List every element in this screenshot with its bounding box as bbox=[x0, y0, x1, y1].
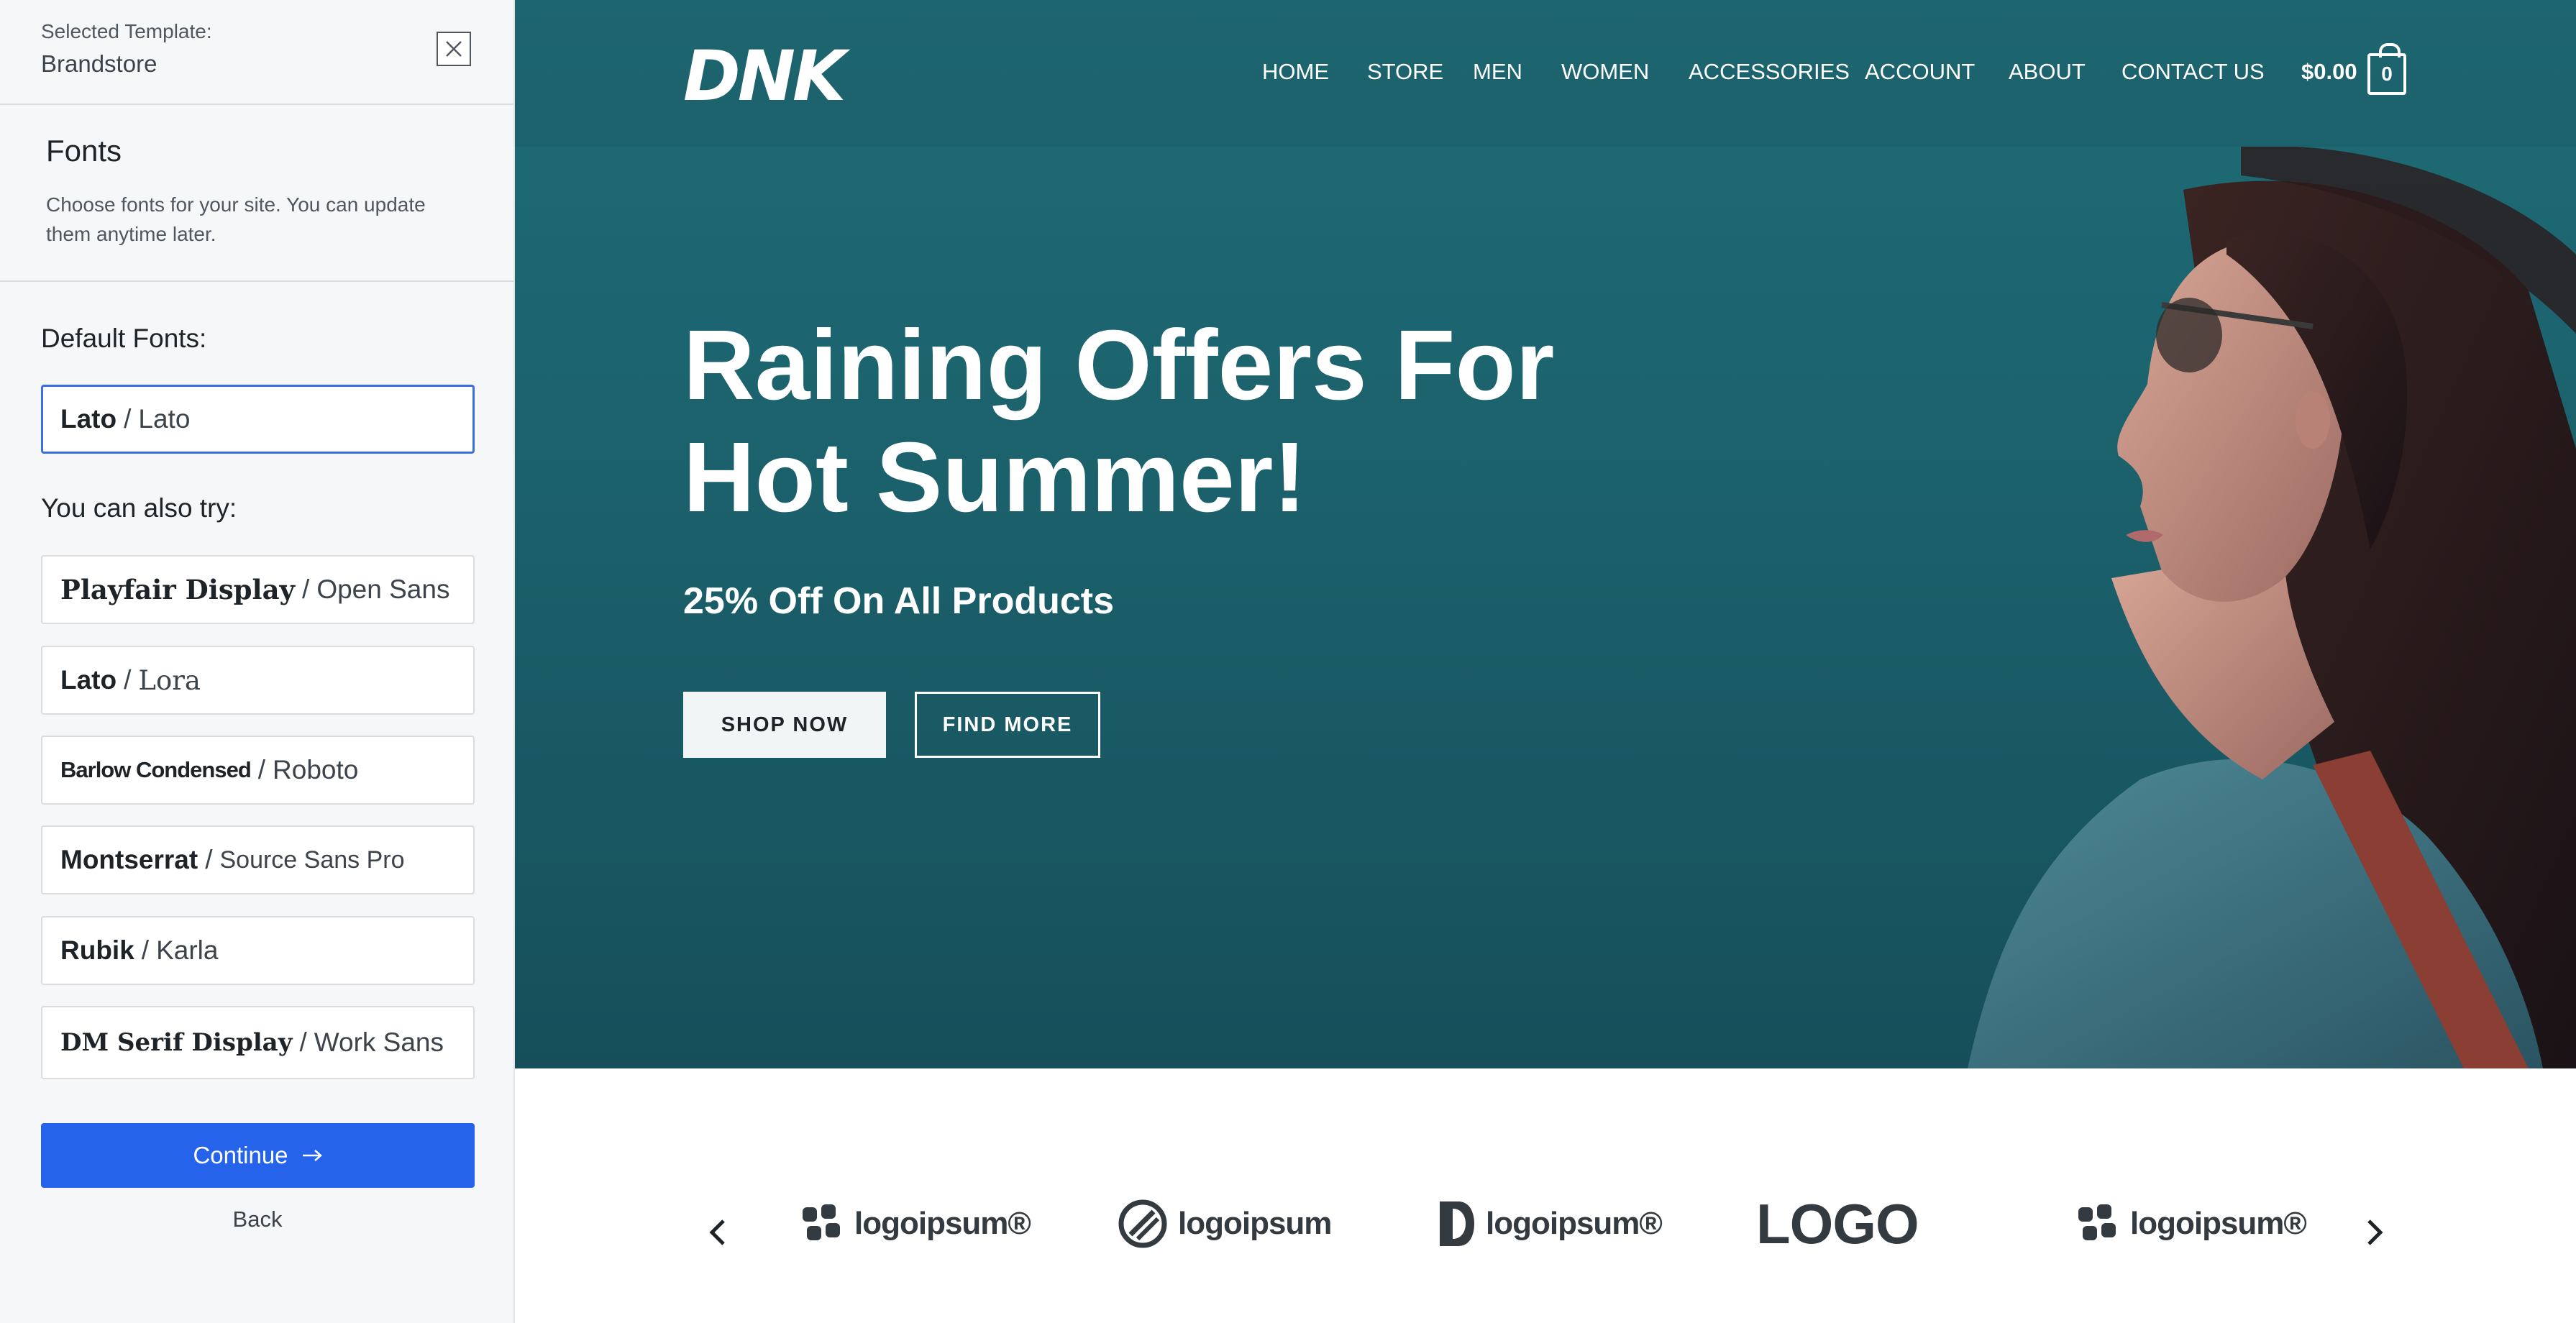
font-option-barlow-roboto[interactable]: Barlow Condensed / Roboto bbox=[41, 736, 475, 805]
font-separator: / bbox=[205, 845, 213, 874]
continue-label: Continue bbox=[193, 1142, 288, 1168]
logo-mark-icon bbox=[803, 1204, 840, 1240]
back-link[interactable]: Back bbox=[0, 1207, 515, 1232]
brand-logo: logoipsum® bbox=[1437, 1195, 1663, 1253]
font-option-lato-lora[interactable]: Lato / Lora bbox=[41, 646, 475, 715]
brand-logo-text: logoipsum® bbox=[2130, 1206, 2307, 1241]
brand-logo-text: logoipsum® bbox=[1486, 1206, 1663, 1241]
site-preview: DNK HOME STORE MEN WOMEN ACCESSORIES ACC… bbox=[515, 0, 2576, 1323]
logo-mark-icon bbox=[2078, 1204, 2116, 1240]
hero-title: Raining Offers For Hot Summer! bbox=[683, 309, 1554, 534]
brand-logo: LOGO bbox=[1756, 1192, 1919, 1255]
brand-logo-text: logoipsum® bbox=[854, 1206, 1031, 1241]
nav-home[interactable]: HOME bbox=[1262, 59, 1329, 88]
hero-title-line: Hot Summer! bbox=[683, 422, 1307, 533]
arrow-right-icon bbox=[302, 1150, 322, 1161]
arrow-right-icon[interactable] bbox=[2360, 1211, 2389, 1254]
hero-title-line: Raining Offers For bbox=[683, 310, 1555, 421]
font-heading-name: Barlow Condensed bbox=[60, 757, 252, 782]
close-icon bbox=[446, 41, 462, 57]
selected-template-name: Brandstore bbox=[41, 50, 157, 77]
fonts-intro: Fonts Choose fonts for your site. You ca… bbox=[0, 105, 513, 282]
logo-mark-icon bbox=[1440, 1201, 1474, 1246]
default-fonts-label: Default Fonts: bbox=[41, 324, 207, 353]
section-title: Fonts bbox=[46, 134, 122, 168]
selected-template-label: Selected Template: bbox=[41, 20, 212, 42]
font-heading-name: DM Serif Display bbox=[60, 1028, 293, 1057]
close-button[interactable] bbox=[437, 32, 471, 66]
hero-subtitle: 25% Off On All Products bbox=[683, 580, 1115, 622]
font-body-name: Karla bbox=[156, 935, 219, 965]
sidebar-header: Selected Template: Brandstore bbox=[0, 0, 513, 105]
arrow-left-icon[interactable] bbox=[703, 1211, 732, 1254]
font-separator: / bbox=[299, 1027, 307, 1057]
find-more-button[interactable]: FIND MORE bbox=[915, 692, 1100, 758]
nav-accessories[interactable]: ACCESSORIES bbox=[1689, 59, 1850, 88]
font-body-name: Lato bbox=[138, 404, 191, 434]
cart-icon[interactable]: 0 bbox=[2367, 43, 2406, 95]
hero-section: DNK HOME STORE MEN WOMEN ACCESSORIES ACC… bbox=[515, 0, 2576, 1068]
font-body-name: Work Sans bbox=[314, 1027, 444, 1057]
font-heading-name: Rubik bbox=[60, 935, 134, 965]
font-heading-name: Lato bbox=[60, 404, 117, 434]
brand-logos-section: logoipsum® logoipsum logoipsum® LOGO log… bbox=[515, 1068, 2576, 1323]
font-body-name: Source Sans Pro bbox=[219, 846, 405, 874]
font-body-name: Lora bbox=[138, 664, 201, 696]
font-separator: / bbox=[302, 574, 310, 604]
font-heading-name: Montserrat bbox=[60, 845, 198, 874]
font-separator: / bbox=[257, 755, 266, 784]
brand-logo: logoipsum® bbox=[800, 1195, 1031, 1253]
nav-contact-us[interactable]: CONTACT US bbox=[2121, 59, 2265, 88]
font-body-name: Open Sans bbox=[316, 574, 450, 604]
site-logo[interactable]: DNK bbox=[683, 36, 846, 116]
brand-logo-text: LOGO bbox=[1756, 1191, 1919, 1255]
font-option-rubik-karla[interactable]: Rubik / Karla bbox=[41, 916, 475, 985]
nav-women[interactable]: WOMEN bbox=[1561, 59, 1649, 88]
font-option-dmserif-worksans[interactable]: DM Serif Display / Work Sans bbox=[41, 1006, 475, 1079]
logo-mark-icon bbox=[1118, 1199, 1167, 1248]
font-heading-name: Playfair Display bbox=[60, 574, 296, 605]
brand-logo-text: logoipsum bbox=[1178, 1206, 1332, 1241]
nav-men[interactable]: MEN bbox=[1473, 59, 1522, 88]
font-option-default[interactable]: Lato / Lato bbox=[41, 385, 475, 454]
nav-account[interactable]: ACCOUNT bbox=[1865, 59, 1975, 88]
font-separator: / bbox=[141, 935, 150, 965]
hero-woman-image bbox=[1968, 147, 2576, 1068]
brand-logo: logoipsum bbox=[1118, 1195, 1332, 1253]
font-option-montserrat-sourcesans[interactable]: Montserrat / Source Sans Pro bbox=[41, 825, 475, 894]
template-sidebar: Selected Template: Brandstore Fonts Choo… bbox=[0, 0, 515, 1323]
font-heading-name: Lato bbox=[60, 665, 117, 695]
brand-logo: logoipsum® bbox=[2075, 1195, 2307, 1253]
font-separator: / bbox=[124, 404, 132, 434]
section-description: Choose fonts for your site. You can upda… bbox=[46, 193, 426, 245]
font-option-playfair-opensans[interactable]: Playfair Display / Open Sans bbox=[41, 555, 475, 624]
font-body-name: Roboto bbox=[273, 755, 359, 784]
nav-store[interactable]: STORE bbox=[1367, 59, 1443, 88]
shop-now-button[interactable]: SHOP NOW bbox=[683, 692, 886, 758]
nav-about[interactable]: ABOUT bbox=[2009, 59, 2086, 88]
cart-total[interactable]: $0.00 bbox=[2301, 59, 2357, 85]
continue-button[interactable]: Continue bbox=[41, 1123, 475, 1188]
try-fonts-label: You can also try: bbox=[41, 493, 237, 523]
font-separator: / bbox=[124, 665, 132, 695]
cart-count: 0 bbox=[2381, 63, 2393, 85]
